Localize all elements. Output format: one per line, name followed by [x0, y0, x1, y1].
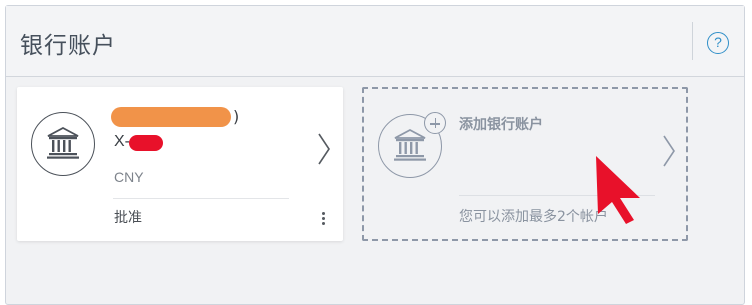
add-account-hint: 您可以添加最多2个帐户	[459, 209, 608, 225]
account-number-redaction	[129, 135, 163, 151]
more-options-icon[interactable]	[317, 212, 329, 228]
panel-title: 银行账户	[20, 33, 116, 59]
card-divider	[113, 198, 289, 199]
help-icon[interactable]: ?	[707, 32, 729, 54]
add-bank-account-title: 添加银行账户	[459, 117, 543, 133]
account-number-prefix: X-	[114, 133, 130, 150]
chevron-right-icon[interactable]	[317, 133, 331, 165]
bank-account-card[interactable]: ) X- CNY 批准	[17, 87, 343, 241]
mouse-cursor-icon	[596, 156, 640, 224]
header-divider	[692, 22, 693, 60]
bank-add-icon	[378, 112, 446, 178]
chevron-right-icon[interactable]	[662, 135, 676, 167]
bank-icon	[31, 112, 95, 176]
bank-name-redaction	[111, 107, 231, 127]
status-label: 批准	[114, 210, 142, 226]
currency-label: CNY	[114, 169, 144, 185]
panel-header: 银行账户 ?	[6, 6, 744, 77]
bank-name-suffix: )	[233, 107, 240, 126]
plus-icon	[424, 112, 446, 134]
